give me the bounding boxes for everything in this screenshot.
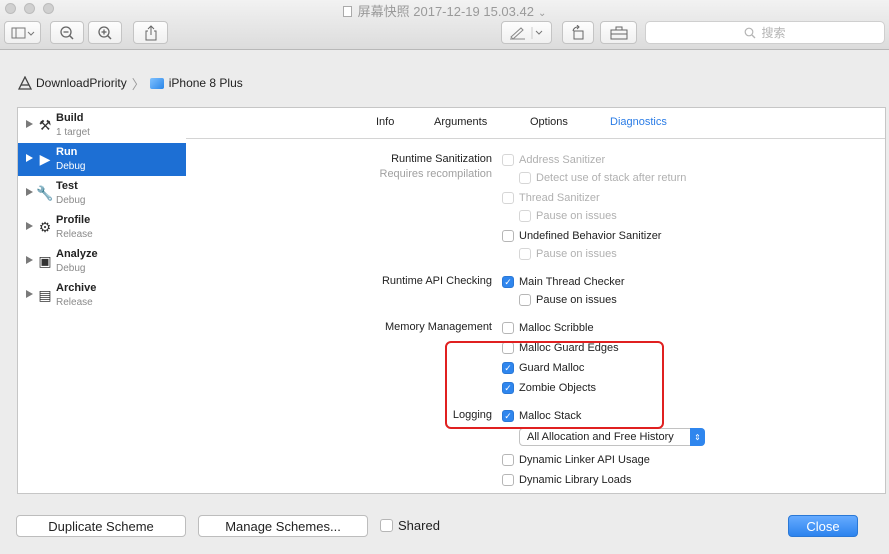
scheme-action-sidebar: ⚒ Build 1 target ▶ Run Debug 🔧 Test Debu… (17, 107, 187, 494)
sidebar-item-sublabel: 1 target (56, 127, 90, 138)
archive-icon: ▤ (38, 286, 52, 303)
sidebar-item-label: Test (56, 180, 78, 192)
sidebar-item-sublabel: Debug (56, 263, 86, 274)
sidebar-item-label: Profile (56, 214, 91, 226)
checkbox-box (380, 519, 393, 532)
detect-stack-after-return-checkbox[interactable]: Detect use of stack after return (519, 171, 686, 185)
runtime-sanitization-label: Runtime Sanitization (391, 153, 492, 165)
zoom-out-icon (60, 25, 74, 40)
sidebar-item-label: Run (56, 146, 78, 158)
toolbox-icon (610, 26, 627, 39)
close-button[interactable]: Close (788, 515, 858, 537)
checkbox-box (502, 192, 514, 204)
checkbox-box (502, 230, 514, 242)
destination-device[interactable]: iPhone 8 Plus (169, 76, 243, 90)
sidebar-item-build[interactable]: ⚒ Build 1 target (18, 109, 186, 142)
search-placeholder: 搜索 (761, 26, 786, 40)
scheme-target[interactable]: DownloadPriority (36, 76, 127, 90)
sidebar-item-archive[interactable]: ▤ Archive Release (18, 279, 186, 312)
xcode-project-icon (18, 76, 32, 90)
address-sanitizer-checkbox[interactable]: Address Sanitizer (502, 153, 605, 167)
manage-schemes-button[interactable]: Manage Schemes... (198, 515, 368, 537)
share-icon (145, 24, 156, 40)
instruments-icon: ⚙ (38, 218, 52, 235)
sidebar-icon (11, 27, 34, 38)
thread-sanitizer-checkbox[interactable]: Thread Sanitizer (502, 191, 600, 205)
sidebar-item-label: Archive (56, 282, 97, 294)
device-icon (149, 77, 164, 89)
sidebar-item-profile[interactable]: ⚙ Profile Release (18, 211, 186, 244)
diagnostics-panel: Info Arguments Options Diagnostics Runti… (186, 107, 886, 494)
runtime-api-checking-label: Runtime API Checking (381, 275, 492, 287)
zoom-out-button[interactable] (50, 21, 84, 44)
tab-options[interactable]: Options (530, 116, 568, 128)
checkbox-box (519, 294, 531, 306)
checkbox-box (519, 210, 531, 222)
checkbox-box (502, 322, 514, 334)
sidebar-item-label: Analyze (56, 248, 98, 260)
requires-recompilation-note: Requires recompilation (379, 168, 493, 180)
wrench-icon: 🔧 (36, 184, 54, 201)
window-title: 屏幕快照 2017-12-19 15.03.42 ⌄ (0, 1, 889, 20)
memory-management-label: Memory Management (385, 321, 492, 333)
analyze-icon: ▣ (38, 252, 52, 269)
popup-arrows-icon: ⇕ (690, 428, 705, 446)
play-icon: ▶ (39, 150, 51, 167)
disclosure-triangle-icon[interactable] (26, 188, 33, 196)
breadcrumb: DownloadPriority 〉 iPhone 8 Plus (18, 74, 243, 92)
malloc-scribble-checkbox[interactable]: Malloc Scribble (502, 321, 594, 335)
tab-bar: Info Arguments Options Diagnostics (186, 108, 885, 139)
checkmark-icon: ✓ (502, 276, 514, 288)
pen-icon (509, 26, 542, 40)
tab-arguments[interactable]: Arguments (434, 116, 487, 128)
rotate-button[interactable] (562, 21, 594, 44)
sidebar-item-test[interactable]: 🔧 Test Debug (18, 177, 186, 210)
zoom-in-button[interactable] (88, 21, 122, 44)
sidebar-item-sublabel: Debug (56, 161, 86, 172)
thread-sanitizer-pause-checkbox[interactable]: Pause on issues (519, 209, 617, 223)
checkbox-box (502, 454, 514, 466)
tab-info[interactable]: Info (376, 116, 394, 128)
dynamic-linker-api-usage-checkbox[interactable]: Dynamic Linker API Usage (502, 453, 650, 467)
main-thread-pause-checkbox[interactable]: Pause on issues (519, 293, 617, 307)
main-thread-checker-checkbox[interactable]: ✓ Main Thread Checker (502, 275, 625, 289)
document-icon (342, 6, 352, 17)
checkbox-box (502, 154, 514, 166)
annotation-highlight-box (445, 341, 664, 429)
sidebar-item-sublabel: Release (56, 297, 93, 308)
hammer-icon: ⚒ (38, 116, 52, 133)
checkbox-box (519, 248, 531, 260)
markup-button[interactable] (501, 21, 552, 44)
search-icon (745, 27, 756, 38)
chevron-down-icon[interactable]: ⌄ (538, 8, 546, 19)
toolbox-button[interactable] (600, 21, 637, 44)
search-field[interactable]: 搜索 (645, 21, 885, 44)
shared-checkbox[interactable]: Shared (380, 518, 440, 533)
sidebar-item-sublabel: Release (56, 229, 93, 240)
disclosure-triangle-icon[interactable] (26, 290, 33, 298)
window-titlebar: 屏幕快照 2017-12-19 15.03.42 ⌄ 搜索 (0, 0, 889, 50)
sidebar-item-run[interactable]: ▶ Run Debug (18, 143, 186, 176)
dynamic-library-loads-checkbox[interactable]: Dynamic Library Loads (502, 473, 632, 487)
checkbox-box (502, 474, 514, 486)
disclosure-triangle-icon[interactable] (26, 154, 33, 162)
disclosure-triangle-icon[interactable] (26, 120, 33, 128)
zoom-in-icon (98, 25, 112, 40)
tab-diagnostics[interactable]: Diagnostics (610, 116, 667, 128)
breadcrumb-separator-icon: 〉 (131, 76, 145, 92)
duplicate-scheme-button[interactable]: Duplicate Scheme (16, 515, 186, 537)
sidebar-item-sublabel: Debug (56, 195, 86, 206)
malloc-stack-history-popup[interactable]: All Allocation and Free History ⇕ (519, 428, 705, 446)
ubsan-pause-checkbox[interactable]: Pause on issues (519, 247, 617, 261)
disclosure-triangle-icon[interactable] (26, 256, 33, 264)
sidebar-item-label: Build (56, 112, 84, 124)
share-button[interactable] (133, 21, 168, 44)
sidebar-toggle-button[interactable] (4, 21, 41, 44)
undefined-behavior-sanitizer-checkbox[interactable]: Undefined Behavior Sanitizer (502, 229, 661, 243)
disclosure-triangle-icon[interactable] (26, 222, 33, 230)
checkbox-box (519, 172, 531, 184)
sidebar-item-analyze[interactable]: ▣ Analyze Debug (18, 245, 186, 278)
rotate-icon (572, 24, 584, 39)
